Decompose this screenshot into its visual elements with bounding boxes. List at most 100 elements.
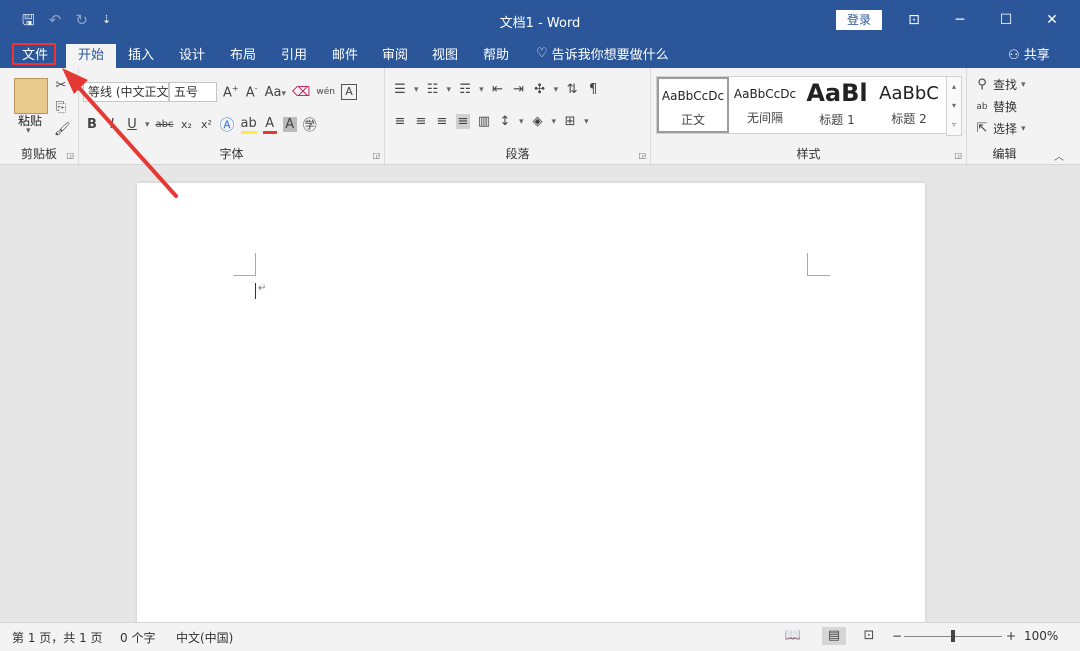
change-case-icon[interactable]: Aa▾ (265, 85, 286, 100)
underline-dropdown-icon[interactable]: ▾ (145, 120, 150, 130)
styles-scroll[interactable]: ▴ ▾ ▿ (946, 76, 962, 136)
paste-dropdown-icon[interactable]: ▾ (26, 126, 31, 136)
find-button[interactable]: ⚲ 查找 ▾ (975, 76, 1025, 93)
style-name: 标题 1 (819, 113, 855, 127)
clear-formatting-icon[interactable]: ⌫ (292, 85, 310, 100)
change-case-label: Aa (264, 84, 282, 100)
share-label: 共享 (1023, 48, 1050, 63)
strikethrough-icon[interactable]: abc (156, 119, 174, 130)
show-marks-icon[interactable]: ¶ (586, 82, 600, 97)
justify-icon[interactable]: ≡ (456, 114, 470, 129)
zoom-slider-thumb[interactable] (951, 630, 955, 642)
minimize-icon[interactable]: ─ (948, 8, 972, 32)
web-layout-icon[interactable]: ⊡ (860, 627, 878, 645)
select-button[interactable]: ⇱ 选择 ▾ (975, 120, 1026, 137)
clipboard-group: 粘贴 ▾ ✂ ⎘ 🖌 剪贴板 ◲ (0, 68, 79, 164)
zoom-level[interactable]: 100% (1024, 629, 1058, 643)
phonetic-label: wén (316, 87, 335, 97)
bold-icon[interactable]: B (85, 117, 99, 132)
style-no-spacing[interactable]: AaBbCcDc 无间隔 (729, 77, 801, 133)
superscript-icon[interactable]: x² (200, 118, 214, 131)
multilevel-list-icon[interactable]: ☶ (458, 82, 472, 97)
login-button[interactable]: 登录 (836, 10, 882, 30)
align-center-icon[interactable]: ≡ (414, 114, 428, 129)
print-layout-icon[interactable]: ▤ (822, 627, 846, 645)
cursor-icon: ⇱ (976, 121, 988, 136)
character-shading-icon[interactable]: A (282, 117, 297, 132)
borders-icon[interactable]: ⊞ (563, 114, 577, 129)
paste-icon[interactable] (14, 78, 48, 114)
language[interactable]: 中文(中国) (176, 629, 233, 646)
cut-icon[interactable]: ✂ (54, 78, 68, 93)
close-icon[interactable]: ✕ (1040, 8, 1064, 32)
shrink-font-icon[interactable]: A- (245, 84, 259, 100)
replace-button[interactable]: ab 替换 (975, 98, 1017, 115)
search-icon: ⚲ (977, 77, 987, 92)
underline-icon[interactable]: U (125, 117, 139, 132)
style-normal[interactable]: AaBbCcDc 正文 (657, 77, 729, 133)
replace-label: 替换 (993, 100, 1018, 114)
tab-view[interactable]: 视图 (432, 44, 458, 68)
tab-insert[interactable]: 插入 (128, 44, 154, 68)
style-sample: AaBl (806, 79, 868, 107)
tell-me-search[interactable]: ♡ 告诉我你想要做什么 (536, 44, 669, 63)
crop-mark-top-left (233, 253, 256, 276)
read-mode-icon[interactable]: 📖 (784, 627, 802, 645)
format-painter-icon[interactable]: 🖌 (54, 122, 71, 137)
phonetic-guide-icon[interactable]: wén (316, 87, 335, 97)
tab-help[interactable]: 帮助 (483, 44, 509, 68)
character-border-icon[interactable]: A (341, 84, 357, 100)
tab-review[interactable]: 审阅 (382, 44, 408, 68)
maximize-icon[interactable]: ☐ (994, 8, 1018, 32)
bullets-icon[interactable]: ☰ (393, 82, 407, 97)
select-label: 选择 (993, 122, 1018, 136)
copy-icon[interactable]: ⎘ (54, 100, 68, 115)
subscript-icon[interactable]: x₂ (180, 118, 194, 131)
paragraph-mark-icon: ↵ (258, 283, 267, 294)
editing-label: 编辑 (992, 147, 1017, 161)
tab-design[interactable]: 设计 (179, 44, 205, 68)
tab-references[interactable]: 引用 (281, 44, 307, 68)
distributed-icon[interactable]: ▥ (477, 114, 491, 129)
shading-icon[interactable]: ◈ (531, 114, 545, 129)
tab-layout[interactable]: 布局 (230, 44, 256, 68)
enclose-characters-icon[interactable]: ㊫ (303, 115, 317, 135)
collapse-ribbon-icon[interactable]: ︿ (1054, 148, 1064, 163)
zoom-out-icon[interactable]: − (892, 629, 902, 643)
text-effects-icon[interactable]: Ⓐ (220, 114, 235, 135)
increase-indent-icon[interactable]: ⇥ (512, 82, 526, 97)
decrease-indent-icon[interactable]: ⇤ (491, 82, 505, 97)
word-count[interactable]: 0 个字 (120, 629, 155, 646)
font-color-icon[interactable]: A (262, 116, 277, 134)
italic-icon[interactable]: I (105, 117, 119, 132)
font-size-box[interactable]: 五号 (169, 82, 217, 102)
chinese-layout-icon[interactable]: ✣ (533, 82, 547, 97)
sort-icon[interactable]: ⇅ (565, 82, 579, 97)
style-name: 标题 2 (891, 112, 927, 126)
paragraph-label: 段落 (505, 147, 530, 161)
font-launcher-icon[interactable]: ◲ (372, 151, 380, 160)
page-count[interactable]: 第 1 页，共 1 页 (12, 629, 103, 646)
document-page[interactable]: ↵ (137, 183, 925, 623)
replace-icon: ab (976, 101, 988, 112)
grow-font-icon[interactable]: A+ (223, 84, 239, 100)
clipboard-launcher-icon[interactable]: ◲ (66, 151, 74, 160)
style-sample: AaBbCcDc (661, 89, 725, 103)
zoom-in-icon[interactable]: + (1006, 629, 1016, 643)
highlight-icon[interactable]: ab (240, 116, 257, 134)
style-heading-2[interactable]: AaBbC 标题 2 (873, 77, 945, 133)
tab-home[interactable]: 开始 (66, 44, 117, 68)
paragraph-group: ☰ ▾ ☷ ▾ ☶ ▾ ⇤ ⇥ ✣ ▾ ⇅ ¶ ≡ ≡ ≡ ≡ ▥ ↕ ▾ ◈ ▾ ⊞ ▾ 段… (385, 68, 651, 164)
style-heading-1[interactable]: AaBl 标题 1 (801, 77, 873, 133)
styles-launcher-icon[interactable]: ◲ (954, 151, 962, 160)
tab-mailings[interactable]: 邮件 (332, 44, 358, 68)
editing-group: ⚲ 查找 ▾ ab 替换 ⇱ 选择 ▾ 编辑 (967, 68, 1042, 164)
ribbon-display-options-icon[interactable]: ⊡ (902, 8, 926, 32)
font-name-box[interactable]: 等线 (中文正文 (83, 82, 169, 102)
align-left-icon[interactable]: ≡ (393, 114, 407, 129)
numbering-icon[interactable]: ☷ (426, 82, 440, 97)
paragraph-launcher-icon[interactable]: ◲ (638, 151, 646, 160)
align-right-icon[interactable]: ≡ (435, 114, 449, 129)
share-button[interactable]: ⚇ 共享 (1008, 44, 1050, 63)
line-spacing-icon[interactable]: ↕ (498, 114, 512, 129)
